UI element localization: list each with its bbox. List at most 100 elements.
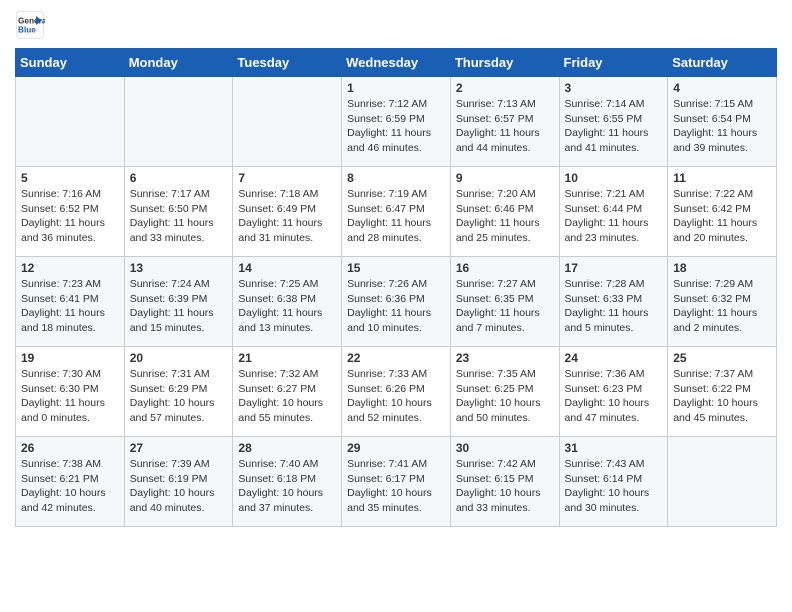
- day-info: Sunrise: 7:36 AM Sunset: 6:23 PM Dayligh…: [565, 367, 663, 426]
- calendar-cell: 7 Sunrise: 7:18 AM Sunset: 6:49 PM Daylig…: [233, 167, 342, 257]
- calendar-cell: 24 Sunrise: 7:36 AM Sunset: 6:23 PM Dayli…: [559, 347, 668, 437]
- day-info: Sunrise: 7:15 AM Sunset: 6:54 PM Dayligh…: [673, 97, 771, 156]
- calendar-cell: 10 Sunrise: 7:21 AM Sunset: 6:44 PM Dayli…: [559, 167, 668, 257]
- calendar-cell: 12 Sunrise: 7:23 AM Sunset: 6:41 PM Dayli…: [16, 257, 125, 347]
- day-info: Sunrise: 7:29 AM Sunset: 6:32 PM Dayligh…: [673, 277, 771, 336]
- week-row-5: 26 Sunrise: 7:38 AM Sunset: 6:21 PM Dayli…: [16, 437, 777, 527]
- week-row-2: 5 Sunrise: 7:16 AM Sunset: 6:52 PM Daylig…: [16, 167, 777, 257]
- day-info: Sunrise: 7:24 AM Sunset: 6:39 PM Dayligh…: [130, 277, 228, 336]
- header-day-sunday: Sunday: [16, 49, 125, 77]
- day-info: Sunrise: 7:20 AM Sunset: 6:46 PM Dayligh…: [456, 187, 554, 246]
- calendar-cell: 29 Sunrise: 7:41 AM Sunset: 6:17 PM Dayli…: [342, 437, 451, 527]
- calendar-cell: 20 Sunrise: 7:31 AM Sunset: 6:29 PM Dayli…: [124, 347, 233, 437]
- calendar-cell: 22 Sunrise: 7:33 AM Sunset: 6:26 PM Dayli…: [342, 347, 451, 437]
- day-info: Sunrise: 7:41 AM Sunset: 6:17 PM Dayligh…: [347, 457, 445, 516]
- day-info: Sunrise: 7:14 AM Sunset: 6:55 PM Dayligh…: [565, 97, 663, 156]
- header-day-monday: Monday: [124, 49, 233, 77]
- day-info: Sunrise: 7:12 AM Sunset: 6:59 PM Dayligh…: [347, 97, 445, 156]
- day-number: 3: [565, 81, 663, 95]
- calendar-cell: 13 Sunrise: 7:24 AM Sunset: 6:39 PM Dayli…: [124, 257, 233, 347]
- day-info: Sunrise: 7:22 AM Sunset: 6:42 PM Dayligh…: [673, 187, 771, 246]
- header-row: SundayMondayTuesdayWednesdayThursdayFrid…: [16, 49, 777, 77]
- day-info: Sunrise: 7:25 AM Sunset: 6:38 PM Dayligh…: [238, 277, 336, 336]
- calendar-cell: 8 Sunrise: 7:19 AM Sunset: 6:47 PM Daylig…: [342, 167, 451, 257]
- day-number: 12: [21, 261, 119, 275]
- day-number: 20: [130, 351, 228, 365]
- day-number: 29: [347, 441, 445, 455]
- day-info: Sunrise: 7:16 AM Sunset: 6:52 PM Dayligh…: [21, 187, 119, 246]
- day-number: 22: [347, 351, 445, 365]
- day-number: 21: [238, 351, 336, 365]
- day-number: 7: [238, 171, 336, 185]
- day-info: Sunrise: 7:17 AM Sunset: 6:50 PM Dayligh…: [130, 187, 228, 246]
- calendar-cell: [233, 77, 342, 167]
- day-number: 23: [456, 351, 554, 365]
- day-number: 5: [21, 171, 119, 185]
- day-info: Sunrise: 7:40 AM Sunset: 6:18 PM Dayligh…: [238, 457, 336, 516]
- day-number: 11: [673, 171, 771, 185]
- calendar-cell: 15Sunrise: 7:26 AM Sunset: 6:36 PM Dayli…: [342, 257, 451, 347]
- calendar-cell: 3 Sunrise: 7:14 AM Sunset: 6:55 PM Daylig…: [559, 77, 668, 167]
- day-info: Sunrise: 7:21 AM Sunset: 6:44 PM Dayligh…: [565, 187, 663, 246]
- day-info: Sunrise: 7:32 AM Sunset: 6:27 PM Dayligh…: [238, 367, 336, 426]
- day-info: Sunrise: 7:39 AM Sunset: 6:19 PM Dayligh…: [130, 457, 228, 516]
- day-number: 25: [673, 351, 771, 365]
- calendar-cell: 14 Sunrise: 7:25 AM Sunset: 6:38 PM Dayli…: [233, 257, 342, 347]
- day-number: 15: [347, 261, 445, 275]
- calendar-cell: 1 Sunrise: 7:12 AM Sunset: 6:59 PM Daylig…: [342, 77, 451, 167]
- calendar-cell: 19Sunrise: 7:30 AM Sunset: 6:30 PM Dayli…: [16, 347, 125, 437]
- day-number: 6: [130, 171, 228, 185]
- day-number: 1: [347, 81, 445, 95]
- calendar-cell: 27 Sunrise: 7:39 AM Sunset: 6:19 PM Dayli…: [124, 437, 233, 527]
- day-info: Sunrise: 7:27 AM Sunset: 6:35 PM Dayligh…: [456, 277, 554, 336]
- day-number: 4: [673, 81, 771, 95]
- day-info: Sunrise: 7:28 AM Sunset: 6:33 PM Dayligh…: [565, 277, 663, 336]
- day-number: 9: [456, 171, 554, 185]
- day-info: Sunrise: 7:38 AM Sunset: 6:21 PM Dayligh…: [21, 457, 119, 516]
- calendar-cell: 6 Sunrise: 7:17 AM Sunset: 6:50 PM Daylig…: [124, 167, 233, 257]
- day-info: Sunrise: 7:42 AM Sunset: 6:15 PM Dayligh…: [456, 457, 554, 516]
- calendar-cell: 16Sunrise: 7:27 AM Sunset: 6:35 PM Dayli…: [450, 257, 559, 347]
- header-day-saturday: Saturday: [668, 49, 777, 77]
- day-info: Sunrise: 7:13 AM Sunset: 6:57 PM Dayligh…: [456, 97, 554, 156]
- header-day-thursday: Thursday: [450, 49, 559, 77]
- day-number: 31: [565, 441, 663, 455]
- day-number: 27: [130, 441, 228, 455]
- header-day-friday: Friday: [559, 49, 668, 77]
- day-number: 8: [347, 171, 445, 185]
- day-number: 14: [238, 261, 336, 275]
- calendar-cell: 28Sunrise: 7:40 AM Sunset: 6:18 PM Dayli…: [233, 437, 342, 527]
- day-info: Sunrise: 7:37 AM Sunset: 6:22 PM Dayligh…: [673, 367, 771, 426]
- day-info: Sunrise: 7:35 AM Sunset: 6:25 PM Dayligh…: [456, 367, 554, 426]
- calendar-cell: [124, 77, 233, 167]
- calendar-cell: 23 Sunrise: 7:35 AM Sunset: 6:25 PM Dayli…: [450, 347, 559, 437]
- day-info: Sunrise: 7:31 AM Sunset: 6:29 PM Dayligh…: [130, 367, 228, 426]
- calendar-cell: 31 Sunrise: 7:43 AM Sunset: 6:14 PM Dayli…: [559, 437, 668, 527]
- day-info: Sunrise: 7:30 AM Sunset: 6:30 PM Dayligh…: [21, 367, 119, 426]
- day-info: Sunrise: 7:19 AM Sunset: 6:47 PM Dayligh…: [347, 187, 445, 246]
- calendar-table: SundayMondayTuesdayWednesdayThursdayFrid…: [15, 48, 777, 527]
- day-number: 13: [130, 261, 228, 275]
- header-day-tuesday: Tuesday: [233, 49, 342, 77]
- calendar-cell: 25 Sunrise: 7:37 AM Sunset: 6:22 PM Dayli…: [668, 347, 777, 437]
- calendar-cell: 5 Sunrise: 7:16 AM Sunset: 6:52 PM Daylig…: [16, 167, 125, 257]
- day-info: Sunrise: 7:18 AM Sunset: 6:49 PM Dayligh…: [238, 187, 336, 246]
- header-day-wednesday: Wednesday: [342, 49, 451, 77]
- svg-text:Blue: Blue: [18, 26, 36, 35]
- logo: General Blue: [15, 10, 49, 40]
- calendar-cell: 18Sunrise: 7:29 AM Sunset: 6:32 PM Dayli…: [668, 257, 777, 347]
- day-info: Sunrise: 7:43 AM Sunset: 6:14 PM Dayligh…: [565, 457, 663, 516]
- day-number: 24: [565, 351, 663, 365]
- calendar-cell: [16, 77, 125, 167]
- day-number: 17: [565, 261, 663, 275]
- day-info: Sunrise: 7:33 AM Sunset: 6:26 PM Dayligh…: [347, 367, 445, 426]
- calendar-cell: 9 Sunrise: 7:20 AM Sunset: 6:46 PM Daylig…: [450, 167, 559, 257]
- calendar-cell: 4 Sunrise: 7:15 AM Sunset: 6:54 PM Daylig…: [668, 77, 777, 167]
- calendar-cell: 30 Sunrise: 7:42 AM Sunset: 6:15 PM Dayli…: [450, 437, 559, 527]
- day-number: 30: [456, 441, 554, 455]
- day-number: 10: [565, 171, 663, 185]
- day-number: 26: [21, 441, 119, 455]
- week-row-3: 12 Sunrise: 7:23 AM Sunset: 6:41 PM Dayli…: [16, 257, 777, 347]
- week-row-4: 19Sunrise: 7:30 AM Sunset: 6:30 PM Dayli…: [16, 347, 777, 437]
- day-info: Sunrise: 7:23 AM Sunset: 6:41 PM Dayligh…: [21, 277, 119, 336]
